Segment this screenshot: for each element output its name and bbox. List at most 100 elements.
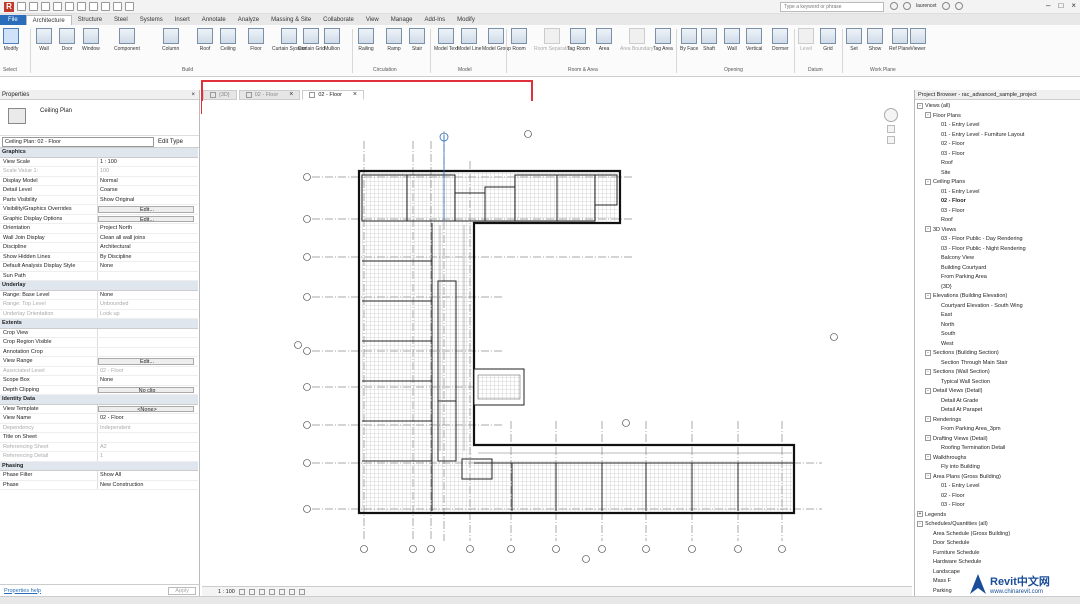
collapse-icon[interactable]: - <box>925 473 931 480</box>
browser-item[interactable]: 02 - Floor <box>915 140 1080 150</box>
stair-button[interactable]: Stair <box>409 28 425 52</box>
property-value[interactable]: By Discipline <box>98 253 198 262</box>
user-icon[interactable] <box>903 2 911 10</box>
wall-button[interactable]: Wall <box>36 28 52 52</box>
property-value[interactable]: Show Original <box>98 196 198 205</box>
curtain-grid-button[interactable]: Curtain Grid <box>298 28 325 52</box>
ref-plane-button[interactable]: Ref Plane <box>889 28 911 52</box>
by-face-button[interactable]: By Face <box>680 28 698 52</box>
open-icon[interactable] <box>17 2 26 11</box>
detail-level-icon[interactable] <box>238 588 245 595</box>
revit-logo-icon[interactable]: R <box>4 1 14 12</box>
model-line-button[interactable]: Model Line <box>457 28 481 52</box>
browser-item[interactable]: 01 - Entry Level - Furniture Layout <box>915 131 1080 141</box>
maximize-icon[interactable]: □ <box>1058 1 1063 10</box>
modify-button[interactable]: Modify <box>3 28 19 52</box>
group-label-select[interactable]: Select <box>3 67 17 73</box>
close-icon[interactable]: × <box>191 90 195 99</box>
browser-item[interactable]: Furniture Schedule <box>915 549 1080 559</box>
property-category[interactable]: Underlay <box>0 281 198 291</box>
redo-icon[interactable] <box>53 2 62 11</box>
property-value[interactable]: None <box>98 376 198 385</box>
collapse-icon[interactable]: - <box>925 292 931 299</box>
browser-item[interactable]: 03 - Floor Public - Night Rendering <box>915 245 1080 255</box>
show-button[interactable]: Show <box>867 28 883 52</box>
zoom-icon[interactable] <box>887 125 895 133</box>
area-boundary-button[interactable]: Area Boundary <box>620 28 653 52</box>
property-category[interactable]: Phasing <box>0 461 198 471</box>
browser-item[interactable]: Roof <box>915 159 1080 169</box>
shadows-icon[interactable] <box>268 588 275 595</box>
show-crop-icon[interactable] <box>288 588 295 595</box>
property-value[interactable]: 100 <box>98 167 198 176</box>
property-value[interactable]: Clean all wall joins <box>98 234 198 243</box>
property-category[interactable]: Identity Data <box>0 395 198 405</box>
section-icon[interactable] <box>113 2 122 11</box>
component-button[interactable]: Component <box>114 28 140 52</box>
browser-item[interactable]: {3D} <box>915 283 1080 293</box>
tag-icon[interactable] <box>89 2 98 11</box>
pan-icon[interactable] <box>887 136 895 144</box>
undo-icon[interactable] <box>41 2 50 11</box>
collapse-icon[interactable]: - <box>925 349 931 356</box>
browser-item[interactable]: - Sections (Wall Section) <box>915 368 1080 378</box>
property-value[interactable]: 1 : 100 <box>98 158 198 167</box>
view-scale[interactable]: 1 : 100 <box>218 589 235 595</box>
browser-item[interactable]: - Floor Plans <box>915 112 1080 122</box>
tab-analyze[interactable]: Analyze <box>232 15 265 25</box>
tab-add-ins[interactable]: Add-Ins <box>418 15 451 25</box>
browser-item[interactable]: Fly into Building <box>915 463 1080 473</box>
property-value[interactable]: Show All <box>98 471 198 480</box>
property-value[interactable]: <None> <box>98 405 194 412</box>
browser-item[interactable]: 03 - Floor <box>915 207 1080 217</box>
browser-item[interactable]: - Area Plans (Gross Building) <box>915 473 1080 483</box>
browser-item[interactable]: - Ceiling Plans <box>915 178 1080 188</box>
browser-item[interactable]: 03 - Floor <box>915 501 1080 511</box>
browser-item[interactable]: -3D Views <box>915 226 1080 236</box>
window-button[interactable]: Window <box>82 28 100 52</box>
browser-item[interactable]: Door Schedule <box>915 539 1080 549</box>
browser-item[interactable]: - Renderings <box>915 416 1080 426</box>
property-category[interactable]: Extents <box>0 319 198 329</box>
collapse-icon[interactable]: - <box>925 454 931 461</box>
ceiling-button[interactable]: Ceiling <box>220 28 236 52</box>
browser-item[interactable]: - Drafting Views (Detail) <box>915 435 1080 445</box>
browser-item[interactable]: - Walkthroughs <box>915 454 1080 464</box>
collapse-icon[interactable]: - <box>917 102 923 109</box>
sun-path-icon[interactable] <box>258 588 265 595</box>
browser-item[interactable]: Area Schedule (Gross Building) <box>915 530 1080 540</box>
collapse-icon[interactable]: - <box>917 520 923 527</box>
properties-help-link[interactable]: Properties help <box>4 588 41 594</box>
browser-item[interactable]: East <box>915 311 1080 321</box>
steering-wheel-icon[interactable] <box>884 108 898 122</box>
room-button[interactable]: Room <box>511 28 527 52</box>
column-button[interactable]: Column <box>162 28 179 52</box>
tab-modify[interactable]: Modify <box>451 15 481 25</box>
browser-item[interactable]: + Legends <box>915 511 1080 521</box>
property-category[interactable]: Graphics <box>0 148 198 158</box>
tag-area-button[interactable]: Tag Area <box>653 28 673 52</box>
browser-item[interactable]: West <box>915 340 1080 350</box>
type-selector-dropdown[interactable]: Ceiling Plan: 02 - Floor <box>2 136 154 147</box>
property-value[interactable] <box>98 338 198 347</box>
property-value[interactable] <box>98 348 198 357</box>
browser-item[interactable]: Detail At Parapet <box>915 406 1080 416</box>
tab-manage[interactable]: Manage <box>385 15 419 25</box>
property-value[interactable]: A2 <box>98 443 198 452</box>
property-value[interactable]: Look up <box>98 310 198 319</box>
edit-type-button[interactable]: Edit Type <box>158 139 183 145</box>
grid-button[interactable]: Grid <box>820 28 836 52</box>
property-value[interactable]: Edit... <box>98 206 194 213</box>
browser-item[interactable]: Courtyard Elevation - South Wing <box>915 302 1080 312</box>
tab-structure[interactable]: Structure <box>72 15 108 25</box>
railing-button[interactable]: Railing <box>358 28 374 52</box>
help-icon[interactable] <box>954 2 963 10</box>
roof-button[interactable]: Roof <box>197 28 213 52</box>
browser-item[interactable]: North <box>915 321 1080 331</box>
property-value[interactable]: 02 - Floor <box>98 367 198 376</box>
3d-view-icon[interactable] <box>101 2 110 11</box>
browser-item[interactable]: Balcony View <box>915 254 1080 264</box>
browser-item[interactable]: - Elevations (Building Elevation) <box>915 292 1080 302</box>
collapse-icon[interactable]: - <box>925 368 931 375</box>
collapse-icon[interactable]: - <box>925 435 931 442</box>
